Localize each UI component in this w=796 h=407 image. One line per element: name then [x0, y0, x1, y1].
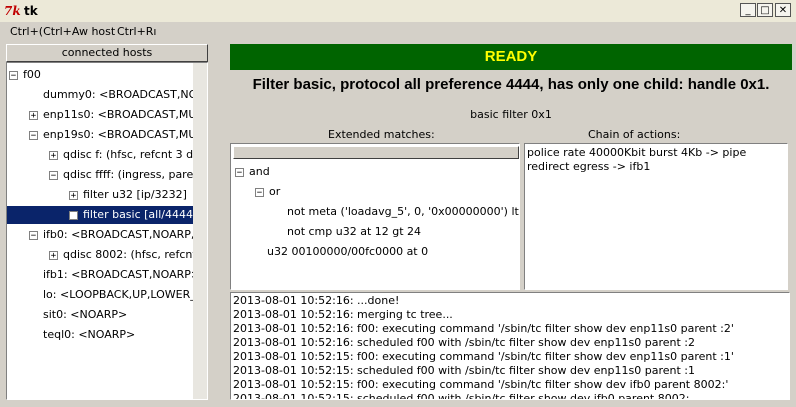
extended-matches-label: Extended matches: — [328, 128, 435, 141]
host-tree-item[interactable]: teql0: <NOARP> — [43, 326, 135, 344]
host-tree-label: lo: <LOOPBACK,UP,LOWER_UP> — [43, 288, 208, 301]
host-tree-item[interactable]: + filter u32 [ip/3232] — [69, 186, 187, 204]
status-banner: READY — [230, 44, 792, 70]
hosts-panel: connected hosts − f00 dummy0: <BROADCAST,N… — [6, 44, 208, 400]
host-tree-label: ifb1: <BROADCAST,NOARP> — [43, 268, 201, 281]
log-line: 2013-08-01 10:52:15: scheduled f00 with … — [233, 392, 690, 400]
match-tree-label: not cmp u32 at 12 gt 24 — [287, 225, 422, 238]
menu-add-host[interactable]: Ctrl+(Ctrl+Aw host — [10, 25, 115, 38]
host-tree-label: qdisc ffff: (ingress, parent ffff — [63, 168, 208, 181]
collapse-icon[interactable]: − — [29, 130, 38, 140]
filter-subtitle: basic filter 0x1 — [470, 108, 552, 121]
chain-of-actions-label: Chain of actions: — [588, 128, 681, 141]
chain-action[interactable]: police rate 40000Kbit burst 4Kb -> pipe — [527, 146, 746, 159]
host-tree-label: sit0: <NOARP> — [43, 308, 128, 321]
connected-hosts-header[interactable]: connected hosts — [6, 44, 208, 62]
log-text[interactable]: 2013-08-01 10:52:16: ...done! 2013-08-01 … — [230, 292, 790, 400]
minimize-button[interactable]: _ — [740, 3, 756, 17]
host-tree-label: ifb0: <BROADCAST,NOARP,UP,LO — [43, 228, 207, 241]
window-title: tk — [24, 4, 38, 18]
log-line: 2013-08-01 10:52:16: scheduled f00 with … — [233, 336, 695, 349]
expand-icon[interactable]: + — [29, 110, 38, 120]
match-tree-item[interactable]: u32 00100000/00fc0000 at 0 — [267, 243, 428, 261]
host-tree-label: f00 — [23, 68, 41, 81]
maximize-button[interactable]: □ — [757, 3, 773, 17]
host-tree-label: dummy0: <BROADCAST,NOARP> — [43, 88, 207, 101]
expand-icon[interactable]: + — [49, 250, 58, 260]
match-tree-label: u32 00100000/00fc0000 at 0 — [267, 245, 429, 258]
filter-title: Filter basic, protocol all preference 44… — [252, 76, 770, 93]
host-tree-label: filter u32 [ip/3232] — [83, 188, 187, 201]
collapse-icon[interactable]: − — [9, 70, 18, 80]
log-line: 2013-08-01 10:52:16: ...done! — [233, 294, 400, 307]
host-tree-item[interactable]: − f00 — [9, 66, 41, 84]
match-tree-item[interactable]: not cmp u32 at 12 gt 24 — [287, 223, 421, 241]
host-tree-label: enp11s0: <BROADCAST,MULTICA — [43, 108, 208, 121]
menu-refresh[interactable]: Ctrl+Rı — [117, 25, 157, 38]
host-tree-item[interactable]: lo: <LOOPBACK,UP,LOWER_UP> — [43, 286, 208, 304]
collapse-icon[interactable]: − — [29, 230, 38, 240]
match-tree-label: or — [269, 185, 281, 198]
log-line: 2013-08-01 10:52:15: scheduled f00 with … — [233, 364, 695, 377]
pane-sash[interactable] — [210, 44, 218, 400]
collapse-icon[interactable]: − — [235, 167, 244, 177]
extended-matches-header[interactable] — [233, 146, 519, 159]
menu-bar: Ctrl+(Ctrl+Aw host Ctrl+Rı — [0, 22, 796, 42]
expand-icon[interactable]: + — [69, 210, 78, 220]
hosts-tree: −f00dummy0: <BROADCAST,NOARP>+enp11s0: <… — [6, 62, 208, 400]
tk-logo-icon: 7k — [4, 4, 21, 18]
match-tree-label: and — [249, 165, 270, 178]
hosts-tree-scrollbar[interactable] — [193, 63, 207, 399]
host-tree-item[interactable]: −ifb0: <BROADCAST,NOARP,UP,LO — [29, 226, 207, 244]
host-tree-item[interactable]: + enp11s0: <BROADCAST,MULTICA — [29, 106, 208, 124]
chain-of-actions-list: police rate 40000Kbit burst 4Kb -> pipe … — [524, 143, 788, 290]
match-tree-label: not meta ('loadavg_5', 0, '0x00000000') … — [287, 205, 520, 218]
host-tree-label: enp19s0: <BROADCAST,MULTICA — [43, 128, 208, 141]
expand-icon[interactable]: + — [49, 150, 58, 160]
log-line: 2013-08-01 10:52:15: f00: executing comm… — [233, 350, 734, 363]
host-tree-item[interactable]: + qdisc 8002: (hfsc, refcnt 2) — [49, 246, 208, 264]
log-line: 2013-08-01 10:52:15: f00: executing comm… — [233, 378, 729, 391]
host-tree-label: teql0: <NOARP> — [43, 328, 136, 341]
match-tree-item[interactable]: − or — [255, 183, 280, 201]
host-tree-item[interactable]: − qdisc ffff: (ingress, parent ffff — [49, 166, 208, 184]
host-tree-label: qdisc f: (hfsc, refcnt 3 default — [63, 148, 207, 161]
expand-icon[interactable]: + — [69, 190, 78, 200]
host-tree-item[interactable]: − enp19s0: <BROADCAST,MULTICA — [29, 126, 208, 144]
match-tree-item[interactable]: − and — [235, 163, 270, 181]
title-bar: 7k tk _ □ ✕ — [0, 0, 796, 23]
extended-matches-tree: − and − or not meta ('loadavg_5', 0, '0x0000… — [230, 143, 520, 290]
host-tree-item[interactable]: sit0: <NOARP> — [43, 306, 127, 324]
chain-action[interactable]: redirect egress -> ifb1 — [527, 160, 650, 173]
collapse-icon[interactable]: − — [255, 187, 264, 197]
host-tree-item[interactable]: + filter basic [all/4444] — [7, 206, 197, 224]
host-tree-item[interactable]: dummy0: <BROADCAST,NOARP> — [43, 86, 207, 104]
log-line: 2013-08-01 10:52:16: merging tc tree... — [233, 308, 453, 321]
host-tree-item[interactable]: ifb1: <BROADCAST,NOARP> — [43, 266, 200, 284]
host-tree-label: filter basic [all/4444] — [83, 208, 198, 221]
collapse-icon[interactable]: − — [49, 170, 58, 180]
host-tree-item[interactable]: + qdisc f: (hfsc, refcnt 3 default — [49, 146, 207, 164]
match-tree-item[interactable]: not meta ('loadavg_5', 0, '0x00000000') … — [287, 203, 520, 221]
host-tree-label: qdisc 8002: (hfsc, refcnt 2) — [63, 248, 208, 261]
log-line: 2013-08-01 10:52:16: f00: executing comm… — [233, 322, 734, 335]
close-button[interactable]: ✕ — [775, 3, 791, 17]
